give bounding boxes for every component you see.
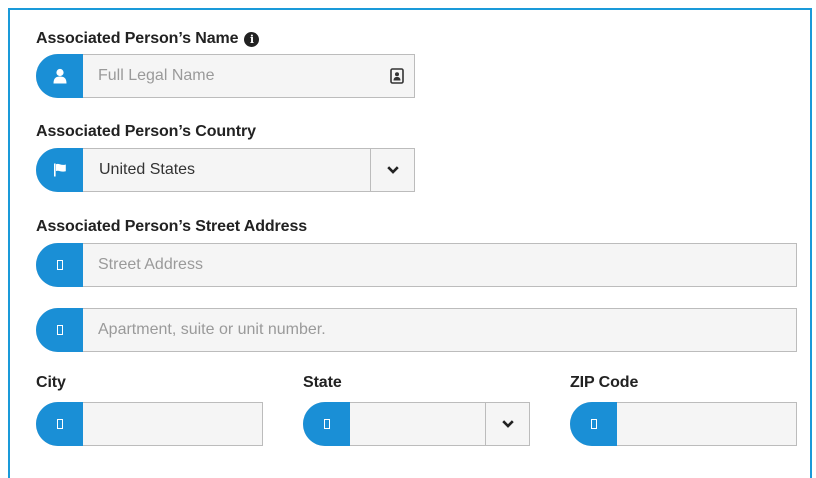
zip-input[interactable]: [617, 403, 796, 445]
street-line1-addon: [36, 243, 83, 287]
state-selected-value: [350, 403, 485, 445]
state-addon: [303, 402, 350, 446]
state-select[interactable]: [303, 402, 530, 446]
city-field-label: City: [36, 374, 66, 391]
city-field[interactable]: [36, 402, 263, 446]
info-circle-icon[interactable]: i: [244, 32, 260, 47]
city-addon: [36, 402, 83, 446]
street-field-label: Associated Person’s Street Address: [36, 218, 308, 235]
street-line2-addon: [36, 308, 83, 352]
zip-addon: [570, 402, 617, 446]
user-icon: [53, 68, 66, 84]
state-caret[interactable]: [485, 403, 529, 445]
state-field-label: State: [303, 374, 342, 391]
name-input[interactable]: [83, 55, 414, 97]
chevron-down-icon: [501, 420, 514, 428]
country-select[interactable]: United States: [36, 148, 415, 192]
country-field-label: Associated Person’s Country: [36, 123, 256, 140]
contact-card-icon[interactable]: [390, 68, 404, 84]
name-field-label: Associated Person’s Name i: [36, 30, 260, 48]
street-line2-field[interactable]: [36, 308, 797, 352]
city-input[interactable]: [83, 403, 262, 445]
country-selected-value: United States: [99, 161, 196, 178]
zip-field-label: ZIP Code: [570, 374, 639, 391]
flag-icon: [53, 163, 66, 177]
country-caret[interactable]: [370, 149, 414, 191]
missing-glyph-icon: [56, 419, 63, 429]
street-line1-input[interactable]: [83, 244, 796, 286]
chevron-down-icon: [386, 166, 399, 174]
street-line1-field[interactable]: [36, 243, 797, 287]
missing-glyph-icon: [56, 325, 63, 335]
name-addon: [36, 54, 83, 98]
name-label-text: Associated Person’s Name: [36, 30, 239, 47]
name-field[interactable]: [36, 54, 415, 98]
missing-glyph-icon: [590, 419, 597, 429]
street-line2-input[interactable]: [83, 309, 796, 351]
country-addon: [36, 148, 83, 192]
missing-glyph-icon: [56, 260, 63, 270]
zip-field[interactable]: [570, 402, 797, 446]
missing-glyph-icon: [323, 419, 330, 429]
